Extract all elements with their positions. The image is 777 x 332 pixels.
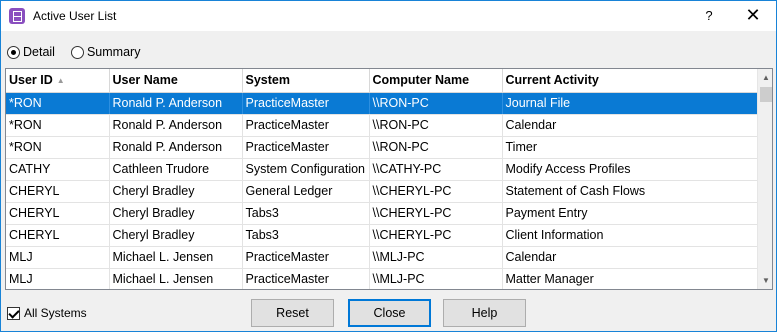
cell-computer-name: \\CHERYL-PC — [369, 180, 503, 203]
cell-user-name: Ronald P. Anderson — [109, 136, 243, 159]
help-button[interactable]: Help — [443, 299, 526, 327]
cell-computer-name: \\MLJ-PC — [369, 246, 503, 269]
cell-computer-name: \\RON-PC — [369, 136, 503, 159]
cell-computer-name: \\CHERYL-PC — [369, 202, 503, 225]
view-options: Detail Summary — [7, 43, 156, 61]
vertical-scrollbar[interactable]: ▲ ▼ — [757, 69, 772, 289]
cell-current-activity: Calendar — [502, 246, 758, 269]
all-systems-checkbox[interactable]: All Systems — [7, 306, 87, 320]
cell-computer-name: \\CATHY-PC — [369, 158, 503, 181]
cell-user-id: MLJ — [6, 246, 110, 269]
cell-system: System Configuration — [242, 158, 370, 181]
cell-user-name: Cheryl Bradley — [109, 180, 243, 203]
table-row[interactable]: *RON Ronald P. Anderson PracticeMaster \\RO… — [6, 136, 758, 159]
table-row[interactable]: *RON Ronald P. Anderson PracticeMaster \\RO… — [6, 114, 758, 137]
summary-radio-label: Summary — [86, 45, 141, 59]
cell-user-id: *RON — [6, 114, 110, 137]
cell-system: PracticeMaster — [242, 114, 370, 137]
title-bar[interactable]: Active User List ? ✕ — [1, 1, 776, 31]
cell-user-name: Michael L. Jensen — [109, 268, 243, 289]
scrollbar-thumb[interactable] — [760, 87, 772, 102]
close-icon[interactable]: ✕ — [735, 4, 771, 28]
cell-current-activity: Calendar — [502, 114, 758, 137]
table-row[interactable]: MLJ Michael L. Jensen PracticeMaster \\MLJ-… — [6, 268, 758, 289]
cell-current-activity: Journal File — [502, 92, 758, 115]
cell-current-activity: Timer — [502, 136, 758, 159]
reset-button[interactable]: Reset — [251, 299, 334, 327]
radio-button-unchecked[interactable] — [70, 45, 84, 59]
column-header-user-id[interactable]: User ID ▲ — [6, 69, 110, 93]
cell-user-name: Cathleen Trudore — [109, 158, 243, 181]
table-row[interactable]: CHERYL Cheryl Bradley General Ledger \\CHER… — [6, 180, 758, 203]
cell-current-activity: Modify Access Profiles — [502, 158, 758, 181]
cell-user-name: Cheryl Bradley — [109, 224, 243, 247]
cell-computer-name: \\RON-PC — [369, 92, 503, 115]
scroll-up-arrow-icon[interactable]: ▲ — [758, 69, 772, 86]
cell-user-id: CHERYL — [6, 224, 110, 247]
cell-current-activity: Client Information — [502, 224, 758, 247]
header-row: User ID ▲ User Name System Computer Name … — [6, 69, 758, 93]
app-icon — [9, 8, 25, 24]
column-header-computer-name[interactable]: Computer Name — [369, 69, 503, 93]
column-header-label: User ID — [9, 73, 53, 88]
detail-radio-label: Detail — [23, 45, 55, 59]
table-row[interactable]: CHERYL Cheryl Bradley Tabs3 \\CHERYL-PC Paym… — [6, 202, 758, 225]
cell-computer-name: \\RON-PC — [369, 114, 503, 137]
help-icon[interactable]: ? — [691, 4, 727, 28]
detail-radio[interactable]: Detail — [7, 45, 55, 59]
column-header-system[interactable]: System — [242, 69, 370, 93]
cell-system: PracticeMaster — [242, 268, 370, 289]
cell-user-name: Michael L. Jensen — [109, 246, 243, 269]
cell-system: Tabs3 — [242, 224, 370, 247]
window-title: Active User List — [33, 9, 117, 23]
cell-current-activity: Payment Entry — [502, 202, 758, 225]
radio-button-checked[interactable] — [7, 45, 20, 59]
user-table: User ID ▲ User Name System Computer Name … — [6, 69, 758, 289]
cell-current-activity: Statement of Cash Flows — [502, 180, 758, 203]
cell-system: General Ledger — [242, 180, 370, 203]
cell-user-name: Cheryl Bradley — [109, 202, 243, 225]
column-header-user-name[interactable]: User Name — [109, 69, 243, 93]
cell-computer-name: \\MLJ-PC — [369, 268, 503, 289]
cell-user-name: Ronald P. Anderson — [109, 92, 243, 115]
cell-system: PracticeMaster — [242, 136, 370, 159]
column-header-current-activity[interactable]: Current Activity — [502, 69, 758, 93]
cell-user-id: CHERYL — [6, 180, 110, 203]
cell-user-id: CATHY — [6, 158, 110, 181]
cell-user-id: CHERYL — [6, 202, 110, 225]
close-button[interactable]: Close — [348, 299, 431, 327]
active-user-list-window: Active User List ? ✕ Detail Summary User… — [0, 0, 777, 332]
cell-system: PracticeMaster — [242, 92, 370, 115]
table-row[interactable]: CATHY Cathleen Trudore System Configuratio… — [6, 158, 758, 181]
all-systems-label: All Systems — [24, 306, 87, 320]
user-list-grid[interactable]: User ID ▲ User Name System Computer Name … — [5, 68, 773, 290]
cell-system: Tabs3 — [242, 202, 370, 225]
cell-user-id: *RON — [6, 136, 110, 159]
table-row[interactable]: CHERYL Cheryl Bradley Tabs3 \\CHERYL-PC Clie… — [6, 224, 758, 247]
cell-user-id: MLJ — [6, 268, 110, 289]
cell-computer-name: \\CHERYL-PC — [369, 224, 503, 247]
cell-user-name: Ronald P. Anderson — [109, 114, 243, 137]
scroll-down-arrow-icon[interactable]: ▼ — [758, 272, 772, 289]
cell-current-activity: Matter Manager — [502, 268, 758, 289]
checkbox-checked[interactable] — [7, 306, 20, 320]
cell-user-id: *RON — [6, 92, 110, 115]
table-row[interactable]: *RON Ronald P. Anderson PracticeMaster \\RO… — [6, 92, 758, 115]
table-row[interactable]: MLJ Michael L. Jensen PracticeMaster \\MLJ-… — [6, 246, 758, 269]
cell-system: PracticeMaster — [242, 246, 370, 269]
sort-ascending-icon: ▲ — [56, 76, 65, 86]
summary-radio[interactable]: Summary — [70, 45, 141, 59]
